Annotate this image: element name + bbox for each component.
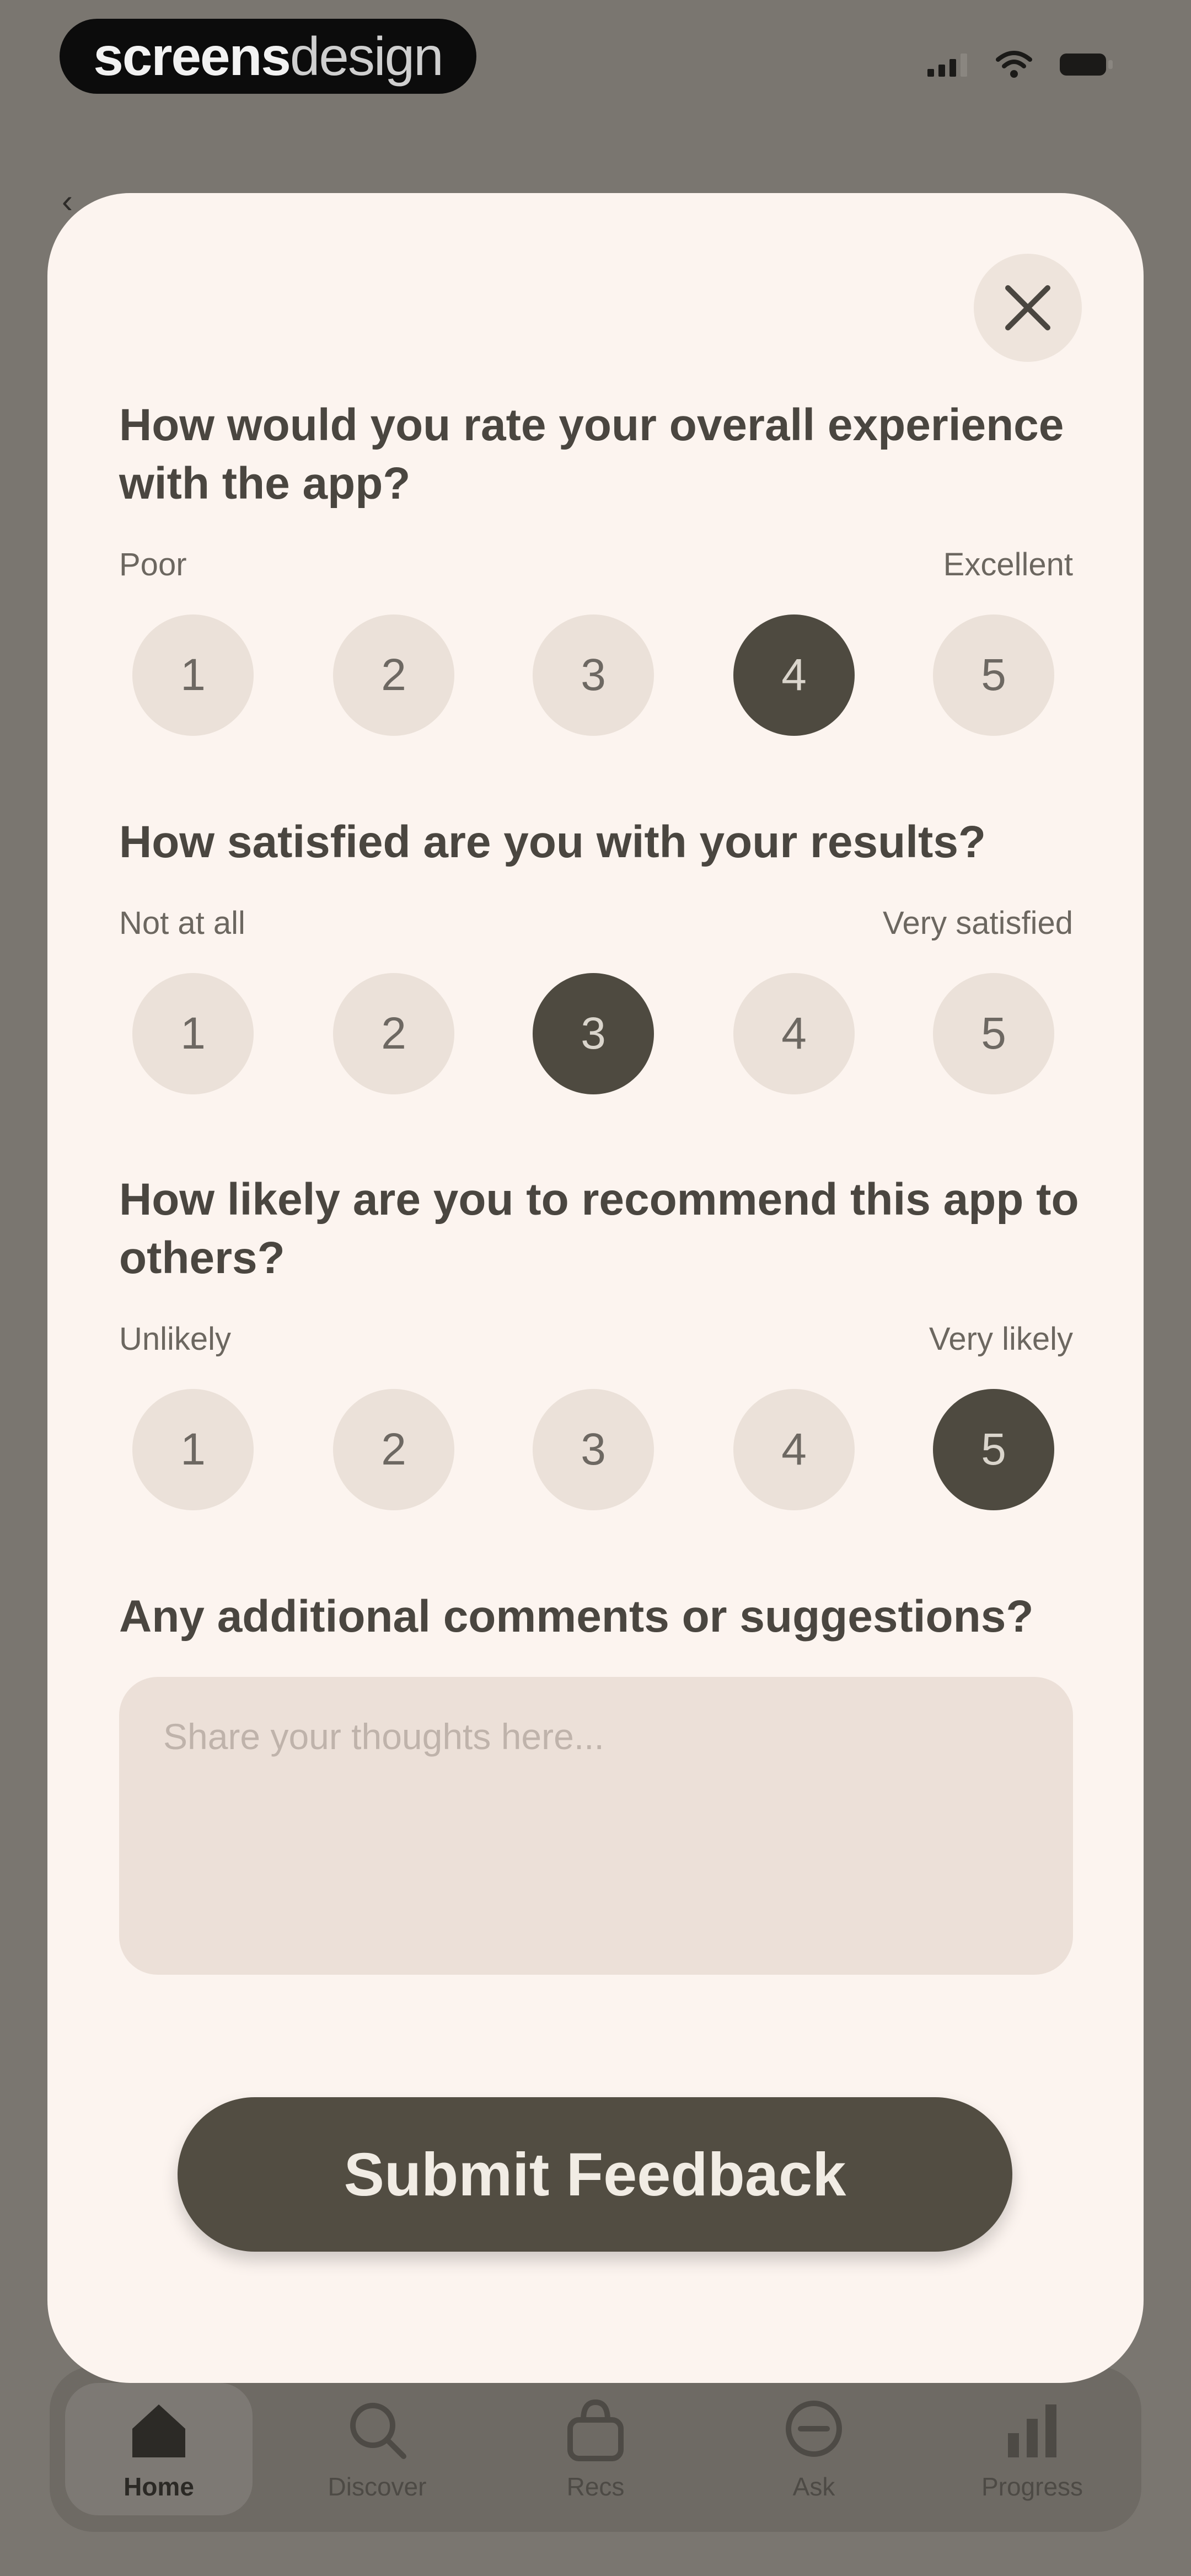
- comments-textarea[interactable]: [119, 1677, 1073, 1975]
- rating-row-q2: 1 2 3 4 5: [132, 973, 1103, 1100]
- wifi-icon: [996, 51, 1032, 78]
- rating-option-q2-5[interactable]: 5: [933, 973, 1054, 1094]
- close-icon: [1005, 285, 1050, 330]
- rating-option-q3-5[interactable]: 5: [933, 1389, 1054, 1510]
- scale-low-label-q2: Not at all: [119, 905, 245, 941]
- submit-feedback-button[interactable]: Submit Feedback: [178, 2097, 1012, 2252]
- bottom-nav: Home Discover Recs Ask Progress: [50, 2366, 1141, 2532]
- nav-label-recs: Recs: [566, 2472, 625, 2501]
- signal-icon: [927, 54, 967, 77]
- nav-label-discover: Discover: [328, 2472, 427, 2501]
- nav-item-discover[interactable]: Discover: [283, 2383, 471, 2515]
- nav-label-ask: Ask: [792, 2472, 835, 2501]
- chart-icon: [999, 2397, 1065, 2463]
- rating-option-q1-3[interactable]: 3: [533, 614, 654, 736]
- rating-option-q2-3[interactable]: 3: [533, 973, 654, 1094]
- rating-option-q3-3[interactable]: 3: [533, 1389, 654, 1510]
- rating-option-q1-5[interactable]: 5: [933, 614, 1054, 736]
- rating-row-q1: 1 2 3 4 5: [132, 614, 1103, 741]
- status-bar: screensdesign: [0, 0, 1191, 127]
- nav-item-progress[interactable]: Progress: [938, 2383, 1126, 2515]
- rating-option-q3-4[interactable]: 4: [733, 1389, 855, 1510]
- brand-logo: screensdesign: [60, 19, 476, 94]
- scale-high-label-q3: Very likely: [929, 1321, 1073, 1357]
- rating-option-q1-2[interactable]: 2: [333, 614, 454, 736]
- question-recommend: How likely are you to recommend this app…: [119, 1174, 1079, 1283]
- scale-high-label-q1: Excellent: [943, 547, 1073, 582]
- rating-row-q3: 1 2 3 4 5: [132, 1389, 1103, 1516]
- question-overall-experience: How would you rate your overall experien…: [119, 400, 1064, 509]
- comments-label: Any additional comments or suggestions?: [119, 1591, 1034, 1642]
- rating-option-q2-1[interactable]: 1: [132, 973, 254, 1094]
- back-arrow-icon: ‹: [62, 183, 73, 220]
- status-icons: [927, 51, 1114, 78]
- brand-name-light: design: [289, 26, 444, 87]
- rating-option-q1-1[interactable]: 1: [132, 614, 254, 736]
- nav-item-home[interactable]: Home: [65, 2383, 253, 2515]
- rating-option-q3-2[interactable]: 2: [333, 1389, 454, 1510]
- nav-item-ask[interactable]: Ask: [720, 2383, 908, 2515]
- rating-option-q1-4[interactable]: 4: [733, 614, 855, 736]
- nav-label-home: Home: [124, 2472, 194, 2501]
- chat-icon: [781, 2397, 847, 2463]
- nav-item-recs[interactable]: Recs: [502, 2383, 689, 2515]
- search-icon: [344, 2397, 410, 2463]
- brand-name-bold: screens: [93, 26, 291, 87]
- bag-icon: [562, 2397, 629, 2463]
- scale-high-label-q2: Very satisfied: [883, 905, 1073, 941]
- scale-low-label-q1: Poor: [119, 547, 187, 582]
- rating-option-q3-1[interactable]: 1: [132, 1389, 254, 1510]
- rating-option-q2-2[interactable]: 2: [333, 973, 454, 1094]
- home-icon: [126, 2397, 192, 2463]
- close-button[interactable]: [974, 254, 1082, 362]
- rating-option-q2-4[interactable]: 4: [733, 973, 855, 1094]
- nav-label-progress: Progress: [981, 2472, 1083, 2501]
- scale-low-label-q3: Unlikely: [119, 1321, 232, 1357]
- question-satisfaction: How satisfied are you with your results?: [119, 817, 986, 867]
- battery-icon: [1060, 54, 1113, 76]
- feedback-modal: How would you rate your overall experien…: [47, 193, 1144, 2383]
